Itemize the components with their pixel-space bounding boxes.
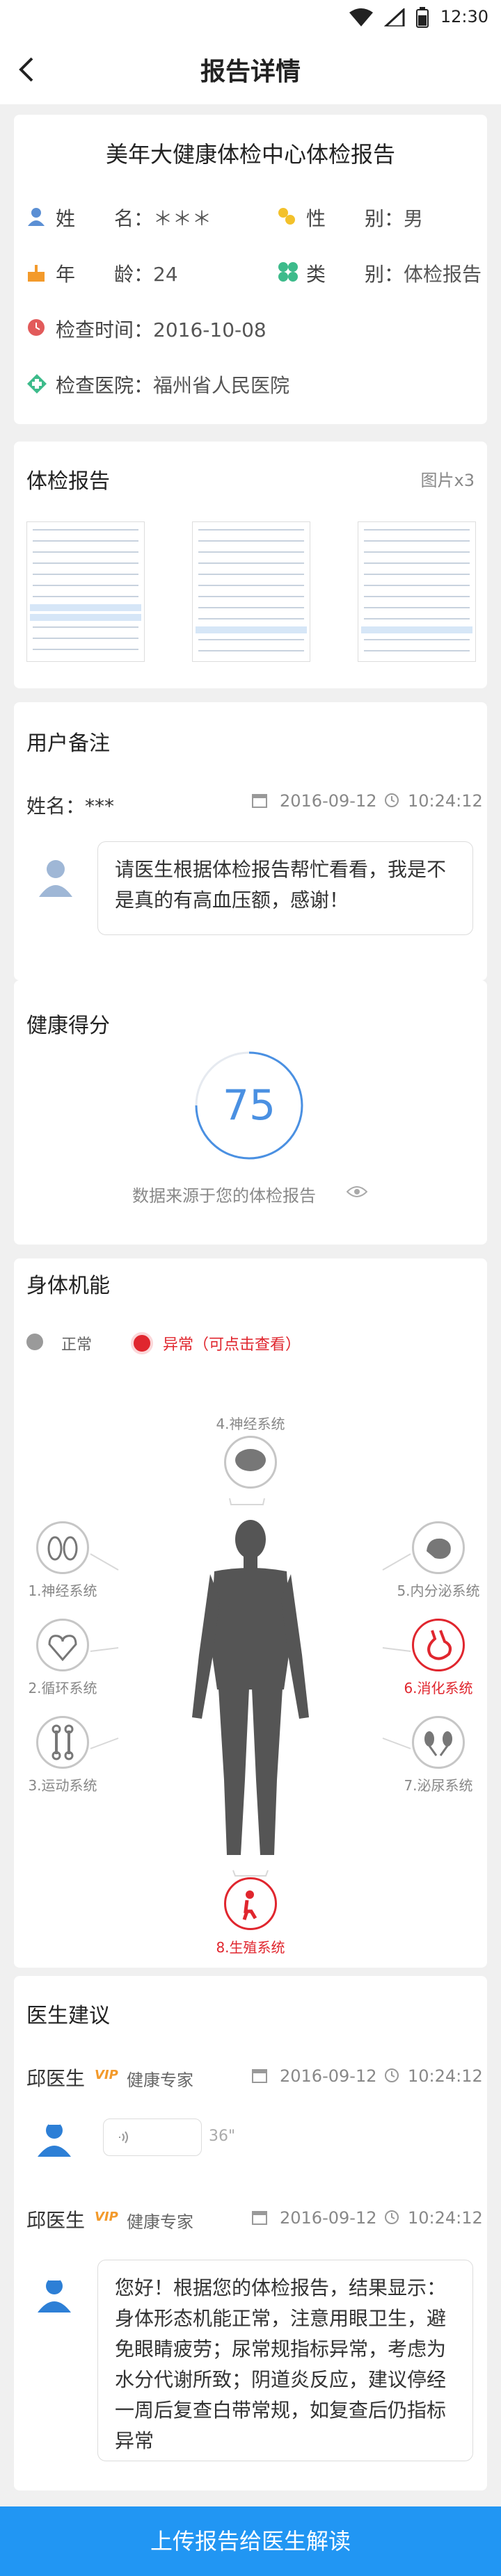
notes-message-bubble: 请医生根据体检报告帮忙看看，我是不是真的有高血压额，感谢！ xyxy=(97,841,473,935)
vip-badge-2: VIP xyxy=(95,2210,118,2224)
doctor-avatar xyxy=(38,2276,71,2312)
user-avatar xyxy=(39,860,72,897)
report-thumbnail-2[interactable] xyxy=(192,521,310,662)
notes-section-title: 用户备注 xyxy=(26,731,110,756)
advice-time-1: 10:24:12 xyxy=(408,2066,483,2086)
nav-bar: 报告详情 xyxy=(0,35,501,104)
date-label: 检查时间： xyxy=(56,318,154,341)
wifi-icon xyxy=(349,8,373,26)
score-section-title: 健康得分 xyxy=(26,1014,110,1038)
organ-label-left3: 3.运动系统 xyxy=(28,1777,97,1794)
organ-right3-urinary[interactable] xyxy=(412,1716,465,1769)
type-value: 体检报告 xyxy=(404,263,482,286)
advice-date-1: 2016-09-12 xyxy=(280,2066,377,2086)
report-image-count: 图片x3 xyxy=(420,471,475,490)
organ-label-top: 4.神经系统 xyxy=(216,1416,285,1432)
human-body-silhouette xyxy=(192,1520,309,1855)
time-icon xyxy=(385,793,399,807)
doctor-role-1: 健康专家 xyxy=(127,2071,193,2090)
score-value: 75 xyxy=(222,1081,276,1130)
score-source: 数据来源于您的体检报告 xyxy=(132,1186,316,1206)
calendar-icon xyxy=(252,794,267,808)
organ-bottom-reproductive[interactable] xyxy=(224,1877,277,1930)
organ-left3-bone[interactable] xyxy=(36,1716,89,1769)
name-label: 姓 名： xyxy=(56,207,154,230)
voice-duration: 36" xyxy=(209,2128,236,2145)
body-function-card: 身体机能 正常 异常（可点击查看） 4.神经系统 1.神经系统 2.循环系统 3… xyxy=(14,1258,487,1968)
organ-label-left2: 2.循环系统 xyxy=(28,1680,97,1696)
organ-label-right2: 6.消化系统 xyxy=(404,1680,473,1696)
organ-label-right1: 5.内分泌系统 xyxy=(397,1582,480,1599)
date-value: 2016-10-08 xyxy=(153,318,267,341)
calendar-icon xyxy=(252,2211,267,2225)
report-title: 美年大健康体检中心体检报告 xyxy=(105,141,395,168)
notes-date: 2016-09-12 xyxy=(280,791,377,811)
doctor-role-2: 健康专家 xyxy=(127,2212,193,2232)
notes-user-name: 姓名：*** xyxy=(26,795,115,818)
age-label: 年 龄： xyxy=(56,263,154,286)
organ-label-bottom: 8.生殖系统 xyxy=(216,1939,285,1956)
organ-right1-endocrine[interactable] xyxy=(412,1521,465,1574)
advice-date-2: 2016-09-12 xyxy=(280,2208,377,2228)
battery-icon xyxy=(416,7,429,28)
doctor-avatar xyxy=(38,2121,71,2157)
user-icon xyxy=(28,208,45,226)
status-bar: 12:30 xyxy=(0,0,501,35)
report-section-title: 体检报告 xyxy=(26,469,110,494)
report-thumbnail-3[interactable] xyxy=(358,521,476,662)
organ-left1-lungs[interactable] xyxy=(36,1521,89,1574)
hospital-value: 福州省人民医院 xyxy=(153,374,290,397)
advice-time-2: 10:24:12 xyxy=(408,2208,483,2228)
voice-icon xyxy=(119,2131,128,2144)
doctor-advice-card: 医生建议 邱医生 VIP 健康专家 2016-09-12 10:24:12 36… xyxy=(14,1976,487,2490)
health-score-card: 健康得分 75 数据来源于您的体检报告 xyxy=(14,980,487,1245)
organ-right2-digestive[interactable] xyxy=(412,1619,465,1671)
hospital-icon xyxy=(27,374,47,394)
gender-value: 男 xyxy=(404,207,424,230)
voice-message-bubble[interactable] xyxy=(103,2119,202,2156)
advice-section-title: 医生建议 xyxy=(26,2004,110,2028)
upload-report-button[interactable]: 上传报告给医生解读 xyxy=(0,2506,501,2576)
gender-icon xyxy=(278,208,295,225)
organ-left2-heart[interactable] xyxy=(36,1619,89,1671)
vip-badge-1: VIP xyxy=(95,2068,118,2082)
doctor-name-1: 邱医生 xyxy=(26,2067,86,2090)
report-thumbnail-1[interactable] xyxy=(26,521,145,662)
hospital-label: 检查医院： xyxy=(56,374,154,397)
organ-top-nervous[interactable] xyxy=(224,1436,277,1489)
type-label: 类 别： xyxy=(306,263,404,286)
time-icon xyxy=(385,2210,399,2224)
age-value: 24 xyxy=(153,263,178,286)
category-icon xyxy=(278,262,298,282)
doctor-name-2: 邱医生 xyxy=(26,2209,86,2232)
organ-label-right3: 7.泌尿系统 xyxy=(404,1777,473,1794)
notes-time: 10:24:12 xyxy=(408,791,483,811)
organ-label-left1: 1.神经系统 xyxy=(28,1582,97,1599)
calendar-icon xyxy=(252,2069,267,2083)
clock-icon xyxy=(28,319,45,336)
status-time: 12:30 xyxy=(440,7,488,26)
report-images-card: 体检报告 图片x3 xyxy=(14,442,487,688)
page-title: 报告详情 xyxy=(200,58,301,86)
name-value: ＊＊＊ xyxy=(153,207,212,230)
time-icon xyxy=(385,2068,399,2082)
cake-icon xyxy=(28,265,45,282)
report-info-card: 美年大健康体检中心体检报告 姓 名：＊＊＊ 性 别：男 年 龄：24 类 别：体… xyxy=(14,115,487,424)
eye-icon[interactable] xyxy=(347,1185,367,1199)
advice-message-bubble: 您好！根据您的体检报告，结果显示：身体形态机能正常，注意用眼卫生，避免眼睛疲劳；… xyxy=(97,2260,473,2461)
user-notes-card: 用户备注 姓名：*** 2016-09-12 10:24:12 请医生根据体检报… xyxy=(14,702,487,980)
signal-icon xyxy=(384,8,405,26)
gender-label: 性 别： xyxy=(306,207,404,230)
